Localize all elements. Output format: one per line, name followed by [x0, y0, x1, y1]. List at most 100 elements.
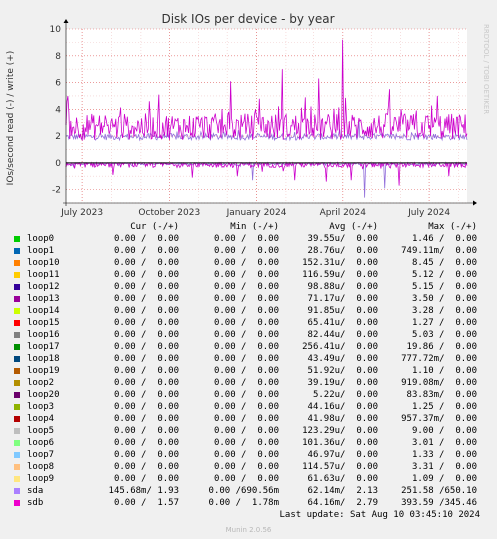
- legend-max-value: 3.50 / 0.00: [411, 294, 477, 304]
- legend-max-value: 1.25 / 0.00: [411, 402, 477, 412]
- legend-row-loop8: loop8 0.00 / 0.00 0.00 / 0.00 114.57u/ 0.00…: [0, 462, 497, 474]
- legend-header-cur: Cur (-/+): [130, 222, 179, 232]
- legend-device-name: loop15: [27, 318, 60, 328]
- legend-min-value: 0.00 / 0.00: [213, 342, 279, 352]
- legend-swatch: [14, 236, 20, 242]
- legend-cur-value: 0.00 / 0.00: [113, 270, 179, 280]
- legend-row-loop7: loop7 0.00 / 0.00 0.00 / 0.00 46.97u/ 0.00 1…: [0, 450, 497, 462]
- legend-device-name: loop7: [27, 450, 55, 460]
- legend-avg-value: 101.36u/ 0.00: [302, 438, 378, 448]
- legend-max-value: 749.11m/ 0.00: [401, 246, 477, 256]
- legend-avg-value: 152.31u/ 0.00: [302, 258, 378, 268]
- legend-min-value: 0.00 / 0.00: [213, 378, 279, 388]
- x-tick-label: July 2023: [60, 208, 103, 218]
- legend-max-value: 777.72m/ 0.00: [401, 354, 477, 364]
- legend-max-value: 5.12 / 0.00: [411, 270, 477, 280]
- legend-swatch: [14, 500, 20, 506]
- legend-avg-value: 114.57u/ 0.00: [302, 462, 378, 472]
- legend-cur-value: 0.00 / 0.00: [113, 378, 179, 388]
- y-tick-label: 2: [55, 132, 61, 142]
- legend-max-value: 83.83m/ 0.00: [406, 390, 477, 400]
- legend-swatch: [14, 476, 20, 482]
- legend-max-value: 919.08m/ 0.00: [401, 378, 477, 388]
- legend-min-value: 0.00 /690.56m: [208, 486, 279, 496]
- legend-row-loop6: loop6 0.00 / 0.00 0.00 / 0.00 101.36u/ 0.00…: [0, 438, 497, 450]
- x-axis-arrow: [473, 200, 477, 206]
- legend-row-loop15: loop15 0.00 / 0.00 0.00 / 0.00 65.41u/ 0.00…: [0, 318, 497, 330]
- x-tick-label: April 2024: [320, 208, 367, 218]
- y-tick-label: 10: [50, 25, 62, 35]
- legend-row-loop10: loop10 0.00 / 0.00 0.00 / 0.00 152.31u/ 0.0…: [0, 258, 497, 270]
- legend-cur-value: 0.00 / 0.00: [113, 234, 179, 244]
- legend-min-value: 0.00 / 0.00: [213, 438, 279, 448]
- legend-cur-value: 0.00 / 0.00: [113, 390, 179, 400]
- legend-cur-value: 145.68m/ 1.93: [108, 486, 179, 496]
- legend-swatch: [14, 488, 20, 494]
- legend-min-value: 0.00 / 0.00: [213, 414, 279, 424]
- legend-min-value: 0.00 / 0.00: [213, 462, 279, 472]
- legend-avg-value: 44.16u/ 0.00: [307, 402, 378, 412]
- y-tick-label: -2: [52, 186, 61, 196]
- legend-cur-value: 0.00 / 0.00: [113, 354, 179, 364]
- y-axis-arrow: [63, 19, 69, 23]
- legend-avg-value: 39.19u/ 0.00: [307, 378, 378, 388]
- legend-swatch: [14, 404, 20, 410]
- legend-row-loop17: loop17 0.00 / 0.00 0.00 / 0.00 256.41u/ 0.0…: [0, 342, 497, 354]
- legend-max-value: 9.00 / 0.00: [411, 426, 477, 436]
- legend-row-loop14: loop14 0.00 / 0.00 0.00 / 0.00 91.85u/ 0.00…: [0, 306, 497, 318]
- legend-header-min: Min (-/+): [230, 222, 279, 232]
- legend-avg-value: 51.92u/ 0.00: [307, 366, 378, 376]
- legend-swatch: [14, 356, 20, 362]
- legend-swatch: [14, 440, 20, 446]
- legend-device-name: loop2: [27, 378, 55, 388]
- legend-swatch: [14, 464, 20, 470]
- legend-device-name: loop19: [27, 366, 60, 376]
- legend-min-value: 0.00 / 0.00: [213, 306, 279, 316]
- legend-max-value: 19.86 / 0.00: [406, 342, 477, 352]
- legend-device-name: loop18: [27, 354, 60, 364]
- legend-min-value: 0.00 / 0.00: [213, 390, 279, 400]
- legend-avg-value: 65.41u/ 0.00: [307, 318, 378, 328]
- legend-cur-value: 0.00 / 0.00: [113, 414, 179, 424]
- legend-max-value: 1.33 / 0.00: [411, 450, 477, 460]
- legend-row-loop13: loop13 0.00 / 0.00 0.00 / 0.00 71.17u/ 0.00…: [0, 294, 497, 306]
- legend-avg-value: 61.63u/ 0.00: [307, 474, 378, 484]
- legend-row-loop11: loop11 0.00 / 0.00 0.00 / 0.00 116.59u/ 0.0…: [0, 270, 497, 282]
- legend-cur-value: 0.00 / 0.00: [113, 294, 179, 304]
- plot-background: [66, 29, 467, 203]
- legend-cur-value: 0.00 / 0.00: [113, 474, 179, 484]
- legend-device-name: sda: [27, 486, 44, 496]
- legend-device-name: loop14: [27, 306, 60, 316]
- legend-swatch: [14, 344, 20, 350]
- legend-max-value: 1.10 / 0.00: [411, 366, 477, 376]
- legend-row-loop16: loop16 0.00 / 0.00 0.00 / 0.00 82.44u/ 0.00…: [0, 330, 497, 342]
- legend-cur-value: 0.00 / 0.00: [113, 306, 179, 316]
- legend-swatch: [14, 368, 20, 374]
- legend-cur-value: 0.00 / 0.00: [113, 330, 179, 340]
- legend-cur-value: 0.00 / 0.00: [113, 342, 179, 352]
- legend-max-value: 5.15 / 0.00: [411, 282, 477, 292]
- legend-cur-value: 0.00 / 0.00: [113, 426, 179, 436]
- rrdtool-watermark: RRDTOOL / TOBI OETIKER: [482, 24, 490, 114]
- legend-swatch: [14, 332, 20, 338]
- legend-min-value: 0.00 / 0.00: [213, 282, 279, 292]
- legend-swatch: [14, 416, 20, 422]
- legend-cur-value: 0.00 / 0.00: [113, 246, 179, 256]
- legend-row-sdb: sdb 0.00 / 1.57 0.00 / 1.78m 64.16m/ 2.79 39…: [0, 498, 497, 510]
- legend-cur-value: 0.00 / 0.00: [113, 258, 179, 268]
- legend-avg-value: 98.88u/ 0.00: [307, 282, 378, 292]
- legend-swatch: [14, 428, 20, 434]
- legend-device-name: loop9: [27, 474, 55, 484]
- legend-device-name: loop3: [27, 402, 55, 412]
- legend-swatch: [14, 272, 20, 278]
- legend-row-loop12: loop12 0.00 / 0.00 0.00 / 0.00 98.88u/ 0.00…: [0, 282, 497, 294]
- legend-row-loop2: loop2 0.00 / 0.00 0.00 / 0.00 39.19u/ 0.00 9…: [0, 378, 497, 390]
- legend-cur-value: 0.00 / 1.57: [113, 498, 179, 508]
- legend-max-value: 3.31 / 0.00: [411, 462, 477, 472]
- legend-avg-value: 91.85u/ 0.00: [307, 306, 378, 316]
- legend-device-name: loop17: [27, 342, 60, 352]
- legend-device-name: loop16: [27, 330, 60, 340]
- legend-swatch: [14, 308, 20, 314]
- legend-header-avg: Avg (-/+): [329, 222, 378, 232]
- munin-version: Munin 2.0.56: [225, 526, 272, 534]
